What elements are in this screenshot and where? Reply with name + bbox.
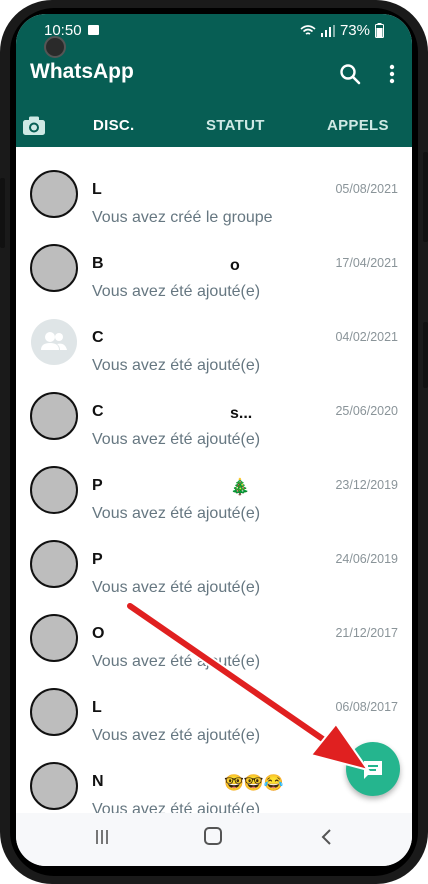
wifi-icon [300, 24, 316, 35]
signal-icon [320, 24, 335, 37]
chat-name: B [92, 255, 104, 272]
avatar[interactable] [30, 466, 78, 514]
group-avatar[interactable] [31, 319, 77, 365]
avatar[interactable] [30, 170, 78, 218]
chat-name-emoji: 🤓🤓😂 [224, 775, 284, 792]
chat-row[interactable]: P 🎄 23/12/2019 Vous avez été ajouté(e) [16, 457, 412, 531]
chat-date: 25/06/2020 [335, 404, 398, 418]
chat-row[interactable]: B o 17/04/2021 Vous avez été ajouté(e) [16, 235, 412, 309]
chat-row[interactable]: C s... 25/06/2020 Vous avez été ajouté(e… [16, 383, 412, 457]
phone-frame: 10:50 73% WhatsApp DISC. STATUT APPELS L… [0, 0, 428, 884]
chat-date: 21/12/2017 [335, 626, 398, 640]
chat-last-message: Vous avez été ajouté(e) [92, 431, 261, 448]
chat-last-message: Vous avez été ajouté(e) [92, 283, 261, 300]
chat-last-message: Vous avez été ajouté(e) [92, 579, 261, 596]
chat-date: 05/08/2021 [335, 182, 398, 196]
home-icon[interactable] [204, 827, 222, 845]
tab-appels[interactable]: APPELS [327, 117, 389, 134]
screen: 10:50 73% WhatsApp DISC. STATUT APPELS L… [16, 14, 412, 866]
avatar[interactable] [30, 540, 78, 588]
side-button-right-top [423, 152, 428, 242]
chat-row[interactable]: L 05/08/2021 Vous avez créé le groupe [16, 161, 412, 235]
chat-date: 24/06/2019 [335, 552, 398, 566]
search-icon[interactable] [338, 62, 362, 86]
chat-name: C [92, 329, 104, 346]
battery-percent: 73% [339, 22, 370, 39]
status-indicators: 73% [300, 22, 384, 39]
chat-row[interactable]: C 04/02/2021 Vous avez été ajouté(e) [16, 309, 412, 383]
side-button-right-bottom [423, 322, 428, 388]
camera-icon[interactable] [22, 115, 46, 137]
chat-date: 17/04/2021 [335, 256, 398, 270]
avatar[interactable] [30, 392, 78, 440]
tab-discussions[interactable]: DISC. [93, 117, 135, 134]
chat-date: 04/02/2021 [335, 330, 398, 344]
chat-name-suffix: s... [230, 405, 253, 422]
chat-row[interactable]: P 24/06/2019 Vous avez été ajouté(e) [16, 531, 412, 605]
avatar[interactable] [30, 614, 78, 662]
chat-name: C [92, 403, 104, 420]
more-vert-icon[interactable] [382, 62, 402, 86]
chat-name-emoji: 🎄 [230, 479, 250, 496]
chat-row[interactable]: O 21/12/2017 Vous avez été ajouté(e) [16, 605, 412, 679]
chat-date: 06/08/2017 [335, 700, 398, 714]
new-chat-button[interactable] [346, 742, 400, 796]
chat-date: 23/12/2019 [335, 478, 398, 492]
side-button-left [0, 178, 5, 248]
chat-name: P [92, 551, 103, 568]
chat-name: L [92, 181, 102, 198]
recent-apps-icon[interactable] [94, 829, 110, 845]
tab-bar: DISC. STATUT APPELS [16, 107, 412, 147]
chat-last-message: Vous avez été ajouté(e) [92, 727, 261, 744]
chat-last-message: Vous avez créé le groupe [92, 209, 273, 226]
active-tab-indicator [54, 148, 176, 152]
status-bar: 10:50 73% [16, 20, 412, 42]
chat-last-message: Vous avez été ajouté(e) [92, 357, 261, 374]
chat-last-message: Vous avez été ajouté(e) [92, 653, 261, 670]
chat-last-message: Vous avez été ajouté(e) [92, 505, 261, 522]
chat-name: L [92, 699, 102, 716]
front-camera [44, 36, 66, 58]
chat-name-suffix: o [230, 257, 240, 274]
avatar[interactable] [30, 244, 78, 292]
new-chat-icon [364, 761, 382, 779]
tab-statut[interactable]: STATUT [206, 117, 265, 134]
chat-name: O [92, 625, 105, 642]
image-notification-icon [88, 25, 99, 35]
chat-name: P [92, 477, 103, 494]
chat-name: N [92, 773, 104, 790]
system-nav-bar [16, 813, 412, 866]
back-icon[interactable] [318, 827, 336, 847]
app-title: WhatsApp [30, 60, 134, 83]
battery-icon [375, 23, 384, 38]
avatar[interactable] [30, 688, 78, 736]
group-icon [41, 332, 67, 350]
app-header: 10:50 73% WhatsApp DISC. STATUT APPELS [16, 14, 412, 147]
avatar[interactable] [30, 762, 78, 810]
